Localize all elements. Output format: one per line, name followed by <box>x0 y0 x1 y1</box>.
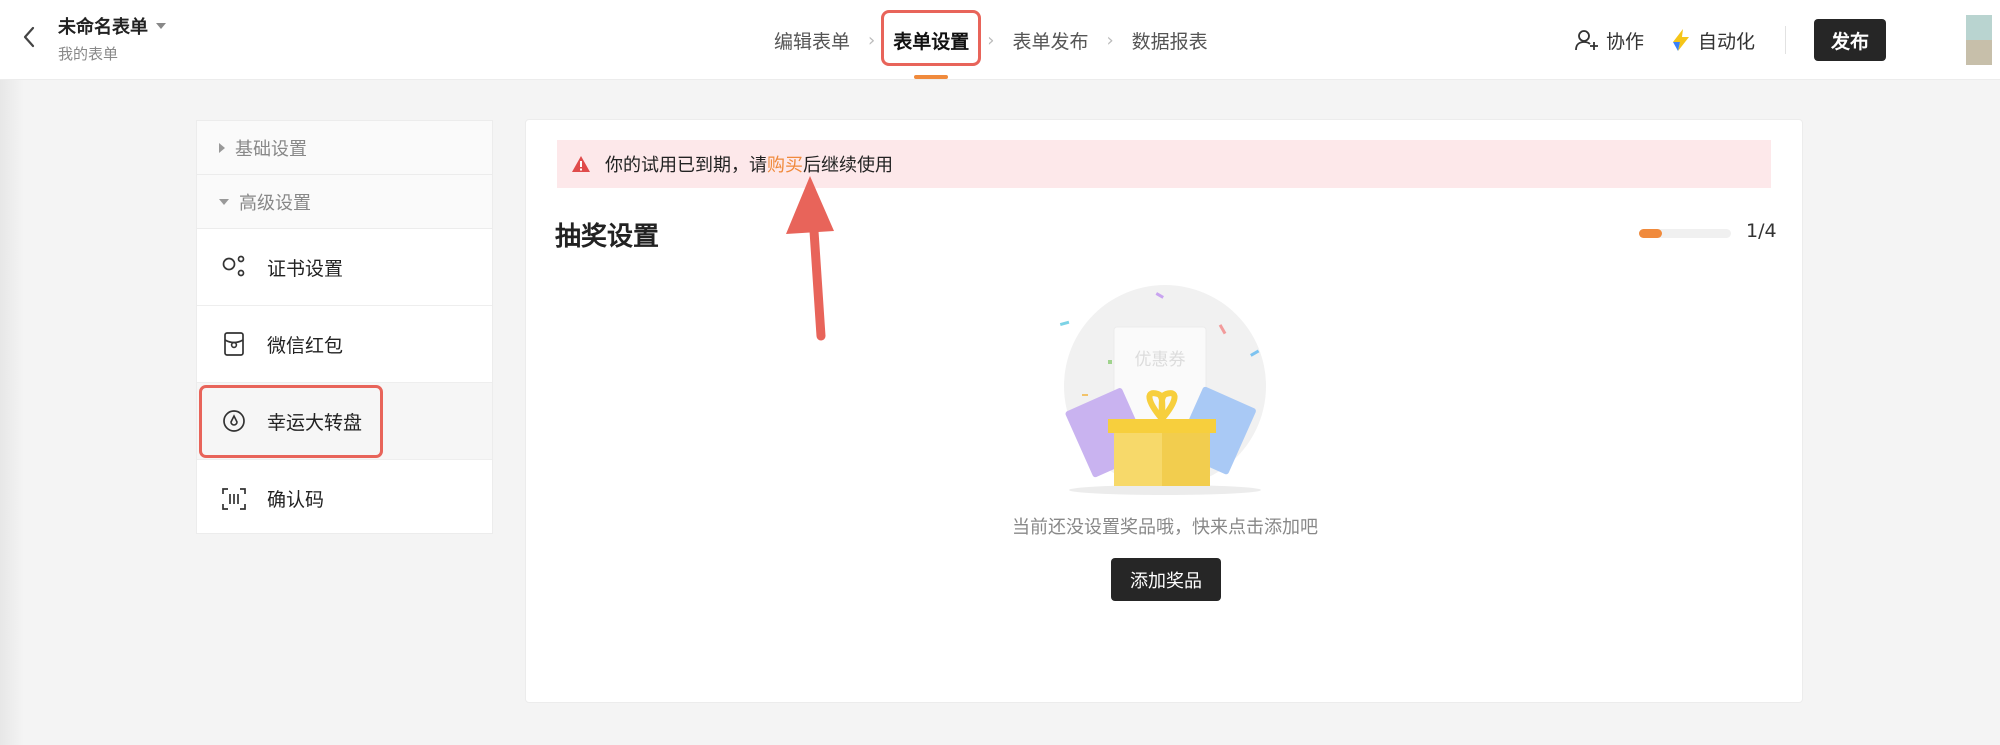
sidebar-item-wechat-red-packet[interactable]: 微信红包 <box>197 306 492 383</box>
step-edit-form[interactable]: 编辑表单 <box>760 0 864 80</box>
progress-bar <box>1639 229 1731 238</box>
settings-sidebar: 基础设置 高级设置 证书设置 微信红包 幸运大转盘 确认码 <box>196 120 493 534</box>
lottery-settings-card: 你的试用已到期，请 购买 后继续使用 抽奖设置 1/4 优惠券 当前还没设置奖品哦，… <box>525 119 1803 703</box>
active-underline <box>914 75 949 79</box>
step-label: 数据报表 <box>1131 30 1208 53</box>
add-prize-button[interactable]: 添加奖品 <box>1111 558 1221 601</box>
sidebar-item-label: 微信红包 <box>267 334 344 357</box>
section-title: 抽奖设置 <box>555 222 660 252</box>
share-nodes-icon <box>221 254 247 280</box>
group-label: 基础设置 <box>235 138 307 160</box>
buy-link[interactable]: 购买 <box>767 151 803 177</box>
collaborate-label: 协作 <box>1605 30 1644 53</box>
sidebar-item-label: 确认码 <box>267 489 325 511</box>
step-data-report[interactable]: 数据报表 <box>1118 0 1222 80</box>
chevron-left-icon <box>23 26 35 48</box>
group-advanced-settings[interactable]: 高级设置 <box>197 175 492 229</box>
sidebar-item-label: 证书设置 <box>267 257 344 280</box>
step-label: 表单发布 <box>1012 30 1089 53</box>
step-nav: 编辑表单 › 表单设置 › 表单发布 › 数据报表 <box>760 0 1222 80</box>
page-edge-shadow <box>0 80 24 745</box>
form-title: 未命名表单 <box>58 17 148 38</box>
avatar[interactable] <box>1966 15 1992 65</box>
collaborate-button[interactable]: 协作 <box>1574 27 1644 54</box>
warning-icon <box>571 155 591 173</box>
sidebar-item-certificate[interactable]: 证书设置 <box>197 229 492 306</box>
chevron-right-icon: › <box>987 29 995 51</box>
step-form-publish[interactable]: 表单发布 <box>998 0 1102 80</box>
lightning-icon <box>1672 29 1689 51</box>
group-basic-settings[interactable]: 基础设置 <box>197 121 492 175</box>
annotation-arrow <box>786 176 834 341</box>
divider <box>1785 26 1786 54</box>
empty-gift-illustration: 优惠券 <box>1059 285 1266 495</box>
automation-button[interactable]: 自动化 <box>1670 27 1755 54</box>
step-form-settings[interactable]: 表单设置 <box>879 0 983 80</box>
caret-down-icon <box>219 198 229 205</box>
back-button[interactable] <box>14 22 44 52</box>
chevron-right-icon: › <box>1106 29 1114 51</box>
highlight-box <box>881 10 982 66</box>
top-header: 未命名表单 我的表单 编辑表单 › 表单设置 › 表单发布 › 数据报表 协作 … <box>0 0 2000 80</box>
automation-label: 自动化 <box>1697 30 1755 53</box>
group-label: 高级设置 <box>239 192 311 214</box>
chevron-right-icon: › <box>868 29 876 51</box>
scan-code-icon <box>221 486 247 512</box>
sidebar-item-confirm-code[interactable]: 确认码 <box>197 460 492 537</box>
header-actions: 协作 自动化 发布 <box>1574 0 2000 80</box>
progress-text: 1/4 <box>1746 220 1777 242</box>
add-user-icon <box>1575 30 1598 51</box>
alert-text: 后继续使用 <box>803 155 893 176</box>
step-label: 编辑表单 <box>774 30 851 53</box>
caret-right-icon <box>219 142 225 153</box>
empty-state-text: 当前还没设置奖品哦，快来点击添加吧 <box>1012 517 1318 538</box>
form-breadcrumb[interactable]: 我的表单 <box>58 43 118 64</box>
progress-fill <box>1639 229 1662 238</box>
caret-down-icon <box>156 23 166 29</box>
form-title-dropdown[interactable]: 未命名表单 <box>58 13 166 39</box>
highlight-box <box>199 385 383 458</box>
red-packet-icon <box>221 331 247 357</box>
sidebar-item-lucky-wheel[interactable]: 幸运大转盘 <box>197 383 492 460</box>
alert-text: 你的试用已到期，请 <box>605 155 767 176</box>
publish-button[interactable]: 发布 <box>1814 19 1886 61</box>
trial-expired-alert: 你的试用已到期，请 购买 后继续使用 <box>557 140 1771 188</box>
svg-text:优惠券: 优惠券 <box>1135 350 1186 369</box>
